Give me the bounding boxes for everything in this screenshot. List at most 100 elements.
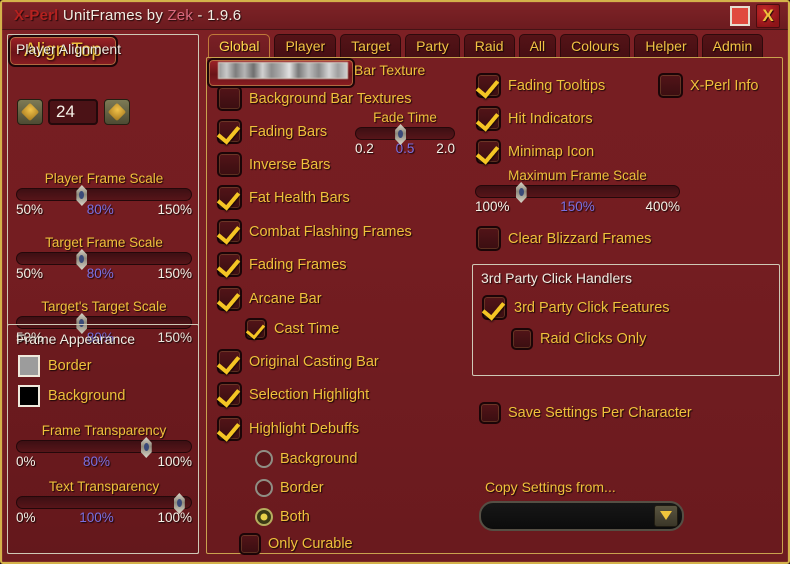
text-transparency-track[interactable]	[16, 493, 192, 514]
checkbox-clear-blizzard-frames[interactable]: Clear Blizzard Frames	[476, 226, 651, 251]
radio-label: Both	[280, 509, 310, 525]
tab-raid[interactable]: Raid	[463, 34, 515, 58]
checkbox-label: Arcane Bar	[249, 290, 322, 307]
frame-transparency-track[interactable]	[16, 437, 192, 458]
checkbox-only-curable[interactable]: Only Curable	[239, 533, 353, 555]
checkbox-indicator[interactable]	[239, 533, 261, 555]
checkbox-indicator[interactable]	[217, 185, 242, 210]
tab-admin[interactable]: Admin	[701, 34, 764, 58]
checkbox-indicator[interactable]	[482, 295, 507, 320]
chevron-down-icon[interactable]	[654, 505, 678, 527]
background-color-row[interactable]: Background	[18, 385, 125, 407]
tab-player[interactable]: Player	[274, 34, 337, 58]
maximum-frame-scale-track[interactable]	[475, 182, 680, 203]
checkbox-label: X-Perl Info	[690, 77, 759, 94]
fade-time-scale: 0.2 0.5 2.0	[355, 141, 455, 156]
checkbox-selection-highlight[interactable]: Selection Highlight	[217, 382, 369, 407]
checkbox-xperl-info[interactable]: X-Perl Info	[658, 73, 759, 98]
checkbox-fading-frames[interactable]: Fading Frames	[217, 252, 347, 277]
copy-settings-label: Copy Settings from...	[485, 479, 616, 495]
checkbox-indicator[interactable]	[217, 286, 242, 311]
slider-max: 100%	[157, 510, 192, 525]
radio-indicator[interactable]	[255, 508, 273, 526]
minimize-button[interactable]	[730, 5, 750, 26]
slider-max: 150%	[157, 266, 192, 281]
radio-debuff-border[interactable]: Border	[255, 479, 324, 497]
tab-global[interactable]: Global	[208, 34, 271, 58]
player-frame-scale-track[interactable]	[16, 185, 192, 206]
border-color-row[interactable]: Border	[18, 355, 92, 377]
target-frame-scale-scale: 50% 80% 150%	[16, 266, 192, 281]
checkbox-indicator[interactable]	[479, 402, 501, 424]
slider-max: 400%	[645, 199, 680, 214]
right-arrow-icon[interactable]	[104, 99, 130, 125]
checkbox-indicator[interactable]	[476, 226, 501, 251]
close-icon[interactable]: X	[756, 3, 780, 28]
checkbox-fading-tooltips[interactable]: Fading Tooltips	[476, 73, 605, 98]
border-color-swatch[interactable]	[18, 355, 40, 377]
checkbox-combat-flashing-frames[interactable]: Combat Flashing Frames	[217, 219, 412, 244]
checkbox-label: Inverse Bars	[249, 156, 331, 173]
fade-time-track[interactable]	[355, 124, 455, 145]
checkbox-indicator[interactable]	[245, 318, 267, 340]
tab-helper[interactable]: Helper	[634, 34, 698, 58]
tab-party[interactable]: Party	[405, 34, 460, 58]
checkbox-arcane-bar[interactable]: Arcane Bar	[217, 286, 322, 311]
checkbox-indicator[interactable]	[217, 416, 242, 441]
checkbox-indicator[interactable]	[217, 86, 242, 111]
radio-debuff-both[interactable]: Both	[255, 508, 310, 526]
checkbox-third-party-click-features[interactable]: 3rd Party Click Features	[482, 295, 670, 320]
radio-indicator[interactable]	[255, 479, 273, 497]
checkbox-label: Combat Flashing Frames	[249, 223, 412, 240]
target-frame-scale-track[interactable]	[16, 249, 192, 270]
global-settings-panel: Bar Texture Background Bar Textures Fadi…	[206, 57, 783, 555]
checkbox-indicator[interactable]	[217, 119, 242, 144]
checkbox-indicator[interactable]	[511, 328, 533, 350]
target-frame-scale-label: Target Frame Scale	[45, 235, 163, 250]
checkbox-indicator[interactable]	[476, 139, 501, 164]
background-color-label: Background	[48, 388, 126, 404]
copy-settings-dropdown[interactable]	[479, 501, 684, 531]
checkbox-minimap-icon[interactable]: Minimap Icon	[476, 139, 594, 164]
checkbox-save-settings-per-character[interactable]: Save Settings Per Character	[479, 402, 692, 424]
checkbox-inverse-bars[interactable]: Inverse Bars	[217, 152, 330, 177]
background-color-swatch[interactable]	[18, 385, 40, 407]
title-author: Zek	[167, 7, 194, 24]
checkbox-label: Selection Highlight	[249, 386, 370, 403]
fade-time-label: Fade Time	[373, 110, 437, 125]
bar-texture-swatch[interactable]	[218, 62, 348, 79]
alignment-value-input[interactable]: 24	[48, 99, 98, 125]
checkbox-indicator[interactable]	[217, 219, 242, 244]
checkbox-hit-indicators[interactable]: Hit Indicators	[476, 106, 593, 131]
checkbox-label: Fat Health Bars	[249, 189, 350, 206]
checkbox-fat-health-bars[interactable]: Fat Health Bars	[217, 185, 350, 210]
radio-indicator[interactable]	[255, 450, 273, 468]
tab-target[interactable]: Target	[340, 34, 402, 58]
left-arrow-icon[interactable]	[17, 99, 43, 125]
checkbox-indicator[interactable]	[476, 106, 501, 131]
radio-debuff-background[interactable]: Background	[255, 450, 357, 468]
checkbox-cast-time[interactable]: Cast Time	[245, 318, 339, 340]
slider-current: 80%	[86, 202, 114, 217]
checkbox-raid-clicks-only[interactable]: Raid Clicks Only	[511, 328, 646, 350]
maximum-frame-scale-label: Maximum Frame Scale	[508, 168, 647, 183]
checkbox-highlight-debuffs[interactable]: Highlight Debuffs	[217, 416, 359, 441]
tab-colours[interactable]: Colours	[560, 34, 631, 58]
tab-all[interactable]: All	[518, 34, 557, 58]
checkbox-fading-bars[interactable]: Fading Bars	[217, 119, 327, 144]
slider-min: 50%	[16, 266, 44, 281]
checkbox-background-bar-textures[interactable]: Background Bar Textures	[217, 86, 412, 111]
checkbox-original-casting-bar[interactable]: Original Casting Bar	[217, 349, 379, 374]
checkbox-indicator[interactable]	[217, 382, 242, 407]
checkbox-indicator[interactable]	[476, 73, 501, 98]
checkbox-indicator[interactable]	[217, 152, 242, 177]
checkbox-indicator[interactable]	[217, 349, 242, 374]
slider-current: 80%	[86, 266, 114, 281]
checkbox-indicator[interactable]	[217, 252, 242, 277]
slider-min: 0.2	[355, 141, 374, 156]
maximum-frame-scale-slider: Maximum Frame Scale 100% 150% 400%	[475, 168, 680, 214]
checkbox-label: Save Settings Per Character	[508, 405, 692, 421]
text-transparency-slider: Text Transparency 0% 100% 100%	[16, 479, 192, 525]
checkbox-indicator[interactable]	[658, 73, 683, 98]
tab-bar: Global Player Target Party Raid All Colo…	[208, 32, 784, 58]
